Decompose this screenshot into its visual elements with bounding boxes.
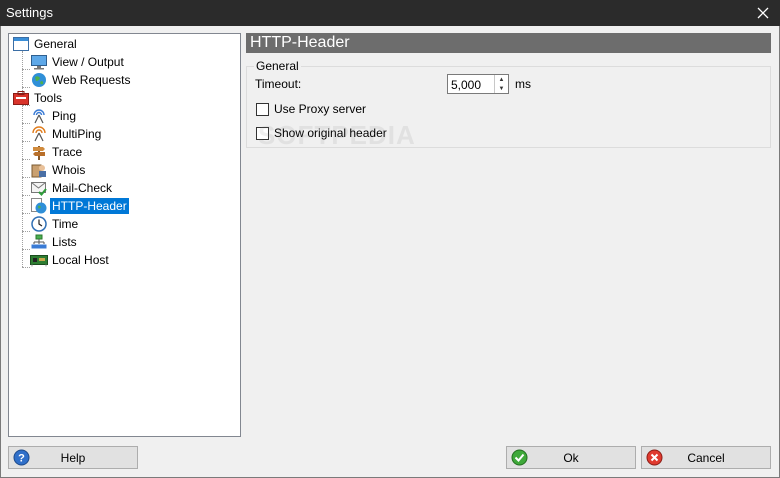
multi-antenna-icon xyxy=(30,126,48,142)
settings-tree[interactable]: General View / Output Web Requests Tools… xyxy=(8,33,241,437)
ok-button[interactable]: Ok xyxy=(506,446,636,469)
spin-down-icon[interactable]: ▼ xyxy=(495,84,508,93)
timeout-spinbox[interactable]: 5,000 ▲ ▼ xyxy=(447,74,509,94)
antenna-icon xyxy=(30,108,48,124)
tree-item-web-requests[interactable]: Web Requests xyxy=(30,71,133,89)
window-icon xyxy=(12,36,30,52)
help-button[interactable]: ? Help xyxy=(8,446,138,469)
spin-up-icon[interactable]: ▲ xyxy=(495,75,508,84)
help-icon: ? xyxy=(13,449,30,466)
tree-item-multiping[interactable]: MultiPing xyxy=(30,125,103,143)
whois-icon xyxy=(30,162,48,178)
signpost-icon xyxy=(30,144,48,160)
tree-item-whois[interactable]: Whois xyxy=(30,161,87,179)
tree-item-time[interactable]: Time xyxy=(30,215,80,233)
cancel-button[interactable]: Cancel xyxy=(641,446,771,469)
timeout-unit: ms xyxy=(515,77,531,91)
tree-item-local-host[interactable]: Local Host xyxy=(30,251,111,269)
close-icon[interactable] xyxy=(746,0,780,26)
tree-item-tools[interactable]: Tools xyxy=(12,89,64,107)
list-network-icon xyxy=(30,234,48,250)
panel-header: HTTP-Header xyxy=(246,33,771,53)
tree-item-trace[interactable]: Trace xyxy=(30,143,84,161)
mail-check-icon xyxy=(30,180,48,196)
use-proxy-label: Use Proxy server xyxy=(274,102,367,116)
window-title: Settings xyxy=(6,5,53,20)
svg-text:?: ? xyxy=(18,453,25,465)
clock-icon xyxy=(30,216,48,232)
check-icon xyxy=(511,449,528,466)
use-proxy-checkbox[interactable]: Use Proxy server xyxy=(256,102,366,116)
monitor-icon xyxy=(30,54,48,70)
title-bar: Settings xyxy=(0,0,780,26)
tree-item-http-header[interactable]: HTTP-Header xyxy=(30,197,129,215)
network-card-icon xyxy=(30,252,48,268)
watermark: SOFTPEDIA xyxy=(258,120,416,150)
tree-item-general[interactable]: General xyxy=(12,35,79,53)
spin-buttons: ▲ ▼ xyxy=(494,75,508,93)
cancel-icon xyxy=(646,449,663,466)
toolbox-icon xyxy=(12,90,30,106)
tree-item-view-output[interactable]: View / Output xyxy=(30,53,126,71)
tree-item-ping[interactable]: Ping xyxy=(30,107,78,125)
checkbox-box[interactable] xyxy=(256,102,269,116)
group-title: General xyxy=(254,59,301,73)
timeout-label: Timeout: xyxy=(255,77,302,91)
http-globe-icon xyxy=(30,198,48,214)
timeout-value[interactable]: 5,000 xyxy=(451,78,481,92)
tree-item-lists[interactable]: Lists xyxy=(30,233,79,251)
globe-icon xyxy=(30,72,48,88)
tree-item-mail-check[interactable]: Mail-Check xyxy=(30,179,114,197)
